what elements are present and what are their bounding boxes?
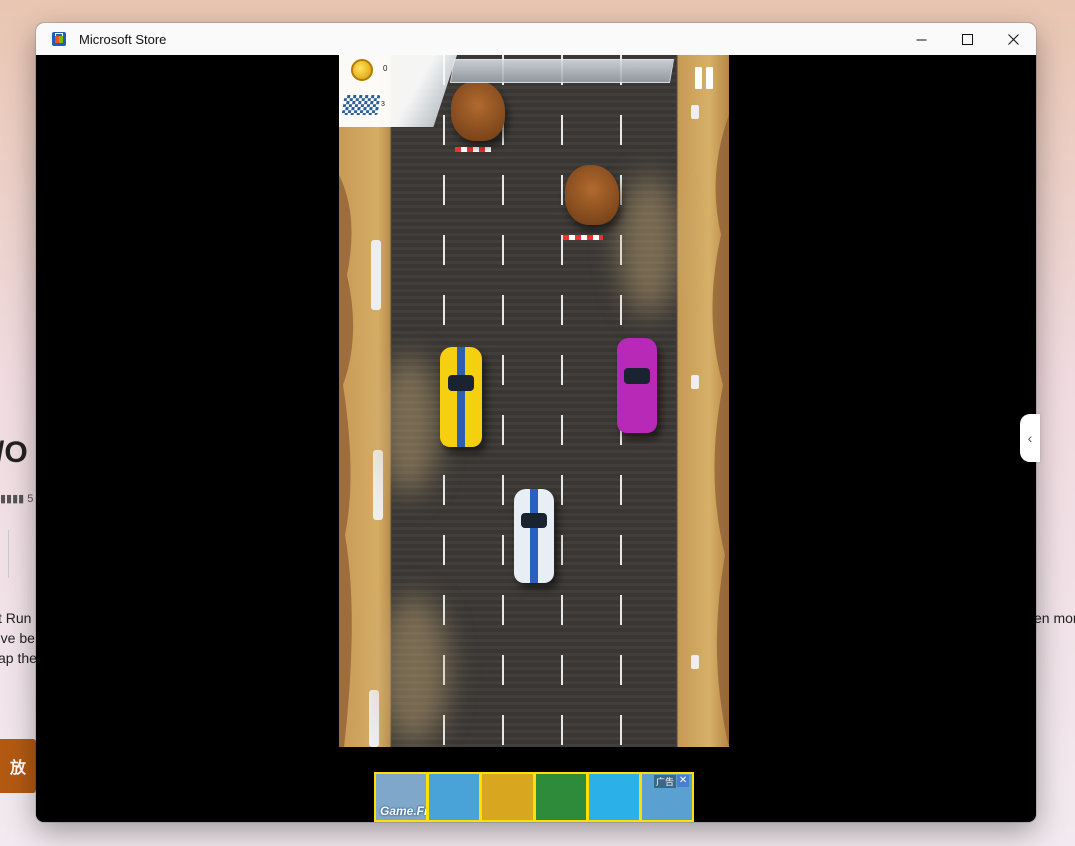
purple-rival-car xyxy=(617,338,657,433)
dust-cloud xyxy=(379,355,439,495)
ad-badge: 广告 xyxy=(654,775,677,788)
store-play-button[interactable]: 放 xyxy=(0,739,36,793)
ad-brand: Game.Fm xyxy=(380,804,426,818)
close-icon xyxy=(1007,33,1019,45)
collapse-panel-button[interactable]: ‹ xyxy=(1020,414,1040,462)
road-barrier xyxy=(563,235,603,240)
store-description-line: ap the xyxy=(0,650,37,666)
store-description-line: t Run xyxy=(0,610,32,626)
ad-tile[interactable] xyxy=(429,774,480,820)
store-rating-fragment: ▮▮▮▮ 5 xyxy=(0,493,34,505)
store-description-line: 've be xyxy=(0,630,35,646)
checkered-flag-icon xyxy=(341,95,381,115)
minimize-icon xyxy=(916,39,926,40)
bear-obstacle xyxy=(451,81,505,141)
race-progress-bar xyxy=(449,59,675,83)
bear-obstacle xyxy=(565,165,619,225)
dust-cloud xyxy=(379,595,449,745)
microsoft-store-icon xyxy=(52,32,66,46)
microsoft-store-window: Microsoft Store 0 3 Game.F 广告 ✕ xyxy=(36,23,1036,822)
ad-tile[interactable] xyxy=(588,774,639,820)
ad-tile[interactable] xyxy=(535,774,586,820)
advertisement-banner[interactable]: Game.Fm 广告 ✕ xyxy=(374,772,694,822)
pause-icon[interactable] xyxy=(694,67,716,89)
player-car xyxy=(514,489,554,583)
title-bar[interactable]: Microsoft Store xyxy=(36,23,1036,55)
game-content-area: 0 3 Game.Fm 广告 ✕ xyxy=(36,55,1036,822)
ad-close-icon[interactable]: ✕ xyxy=(677,775,690,787)
window-title: Microsoft Store xyxy=(79,32,167,47)
minimize-button[interactable] xyxy=(898,23,944,55)
store-divider xyxy=(8,530,9,578)
road-barrier xyxy=(455,147,491,152)
coin-icon xyxy=(351,59,373,81)
yellow-rival-car xyxy=(440,347,482,447)
maximize-button[interactable] xyxy=(944,23,990,55)
dust-cloud xyxy=(619,175,679,315)
maximize-icon xyxy=(961,33,973,45)
racing-game-canvas[interactable]: 0 3 xyxy=(339,55,729,747)
close-button[interactable] xyxy=(990,23,1036,55)
store-app-title-fragment: /O xyxy=(0,436,28,469)
coin-count: 0 xyxy=(383,64,388,73)
lap-count: 3 xyxy=(381,101,385,108)
ad-tile[interactable]: Game.Fm xyxy=(376,774,427,820)
chevron-left-icon: ‹ xyxy=(1027,430,1033,446)
ad-tile[interactable] xyxy=(482,774,533,820)
ad-tile[interactable]: 广告 ✕ xyxy=(641,774,693,820)
store-description-right-fragment: en mor xyxy=(1034,610,1075,626)
